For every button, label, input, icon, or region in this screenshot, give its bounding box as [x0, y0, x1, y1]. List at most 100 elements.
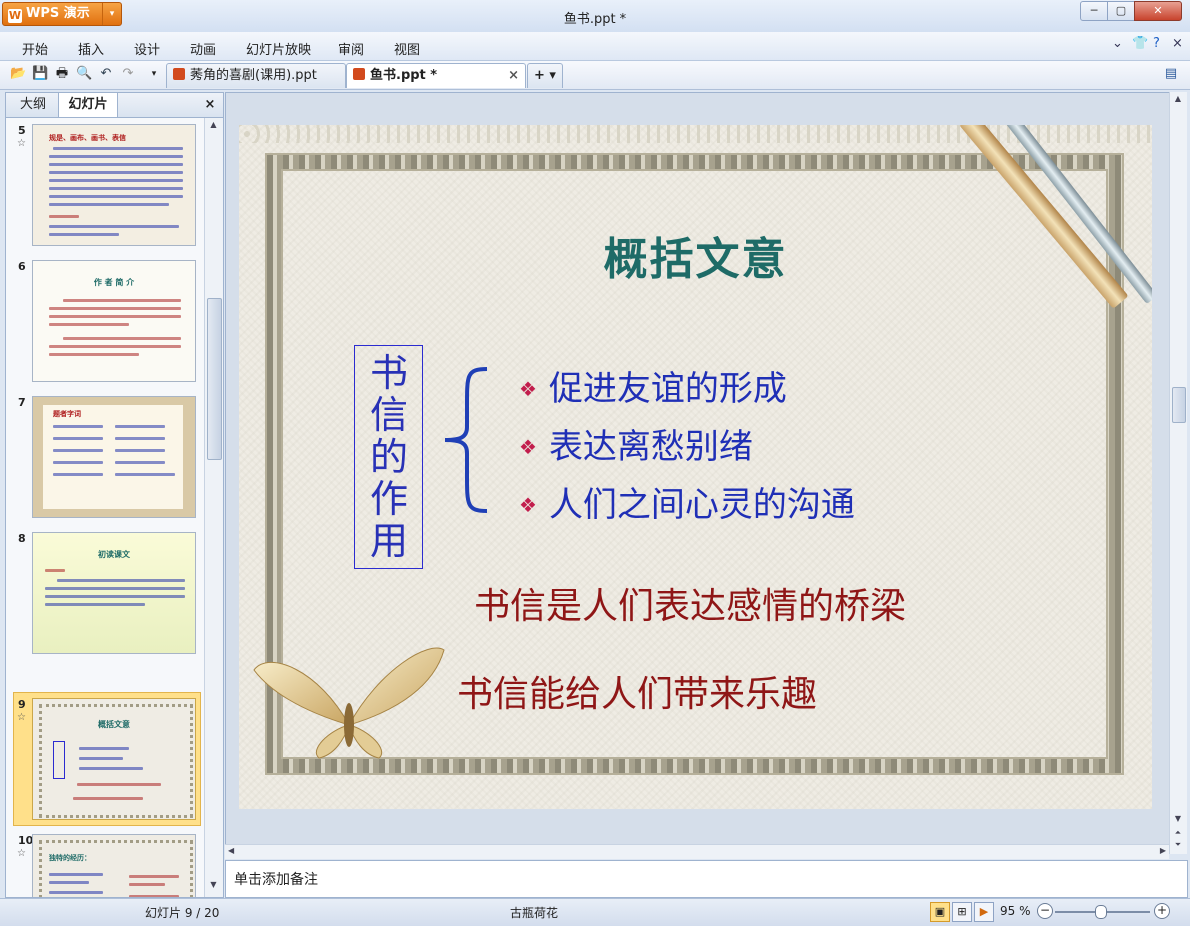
title-bar: W WPS 演示 ▾ 鱼书.ppt * ─ ▢ ✕ — [0, 0, 1190, 32]
quick-toolbar: 📂 💾 🖶 🔍 ↶ ↷ ▾ 莠角的喜剧(课用).ppt 鱼书.ppt * × +… — [0, 61, 1190, 90]
ppt-file-icon — [353, 68, 365, 80]
thumbnail-number: 5 — [18, 124, 26, 137]
skin-icon[interactable]: 👕 — [1132, 36, 1148, 51]
summary-line-1[interactable]: 书信是人们表达感情的桥梁 — [474, 577, 906, 629]
zoom-slider-handle[interactable] — [1095, 905, 1107, 919]
thumbnail-scrollbar[interactable]: ▲ ▼ — [204, 118, 223, 897]
scroll-right-icon: ▶ — [1159, 846, 1166, 855]
layout-icon[interactable]: ▤ — [1163, 66, 1179, 82]
tab-label: 莠角的喜剧(课用).ppt — [190, 68, 317, 83]
thumbnail-slide-8[interactable]: 初读课文 — [32, 532, 196, 654]
help-icon[interactable]: ? — [1153, 36, 1160, 51]
thumbnail-title: 独特的经历： — [49, 854, 91, 862]
customize-icon[interactable]: ▾ — [146, 66, 162, 82]
thumbnail-slide-7[interactable]: 题者字词 — [32, 396, 196, 518]
vertical-char: 书 — [369, 351, 408, 395]
thumbnail-slide-6[interactable]: 作 者 简 介 — [32, 260, 196, 382]
thumbnail-number: 9 — [18, 698, 26, 711]
save-icon[interactable]: 💾 — [32, 66, 48, 82]
thumbnail-title: 题者字词 — [53, 410, 81, 418]
menu-review[interactable]: 审阅 — [338, 39, 364, 58]
menu-insert[interactable]: 插入 — [78, 39, 104, 58]
slide-count: 幻灯片 9 / 20 — [145, 906, 220, 920]
scroll-thumb — [1172, 387, 1186, 423]
butterfly-decoration — [253, 647, 445, 759]
diamond-bullet-icon: ❖ — [519, 435, 537, 459]
bullet-item[interactable]: ❖ 人们之间心灵的沟通 — [519, 477, 855, 526]
thumbnail-title: 作 者 简 介 — [93, 278, 135, 287]
slides-panel: 大纲 幻灯片 × 5 ☆ 规是、画布、画书、表信 6 作 者 简 介 7 题者字… — [5, 92, 224, 898]
minimize-button[interactable]: ─ — [1080, 1, 1108, 21]
slide-sorter-icon[interactable]: ⊞ — [952, 902, 972, 922]
transition-star-icon: ☆ — [17, 848, 26, 859]
vertical-char: 信 — [369, 393, 408, 437]
menu-start[interactable]: 开始 — [22, 39, 48, 58]
thumbnail-slide-10[interactable]: 独特的经历： — [32, 834, 196, 897]
scroll-left-icon: ◀ — [228, 846, 235, 855]
vertical-char: 用 — [369, 519, 408, 563]
thumbnail-title: 初读课文 — [98, 550, 130, 559]
zoom-level: 95 % — [1000, 904, 1031, 918]
scroll-thumb — [207, 298, 222, 460]
tab-document-1[interactable]: 莠角的喜剧(课用).ppt — [166, 63, 346, 88]
thumbnail-list: 5 ☆ 规是、画布、画书、表信 6 作 者 简 介 7 题者字词 8 初读课文 … — [6, 118, 204, 897]
tab-slides[interactable]: 幻灯片 — [58, 93, 118, 117]
print-icon[interactable]: 🖶 — [54, 66, 70, 82]
undo-icon[interactable]: ↶ — [98, 66, 114, 82]
redo-icon[interactable]: ↷ — [120, 66, 136, 82]
brace-shape[interactable] — [439, 365, 499, 515]
thumbnail-slide-9[interactable]: 概括文意 — [32, 698, 196, 820]
summary-line-2[interactable]: 书信能给人们带来乐趣 — [457, 665, 817, 717]
scroll-up-icon: ▲ — [1174, 94, 1182, 103]
close-ribbon-icon[interactable]: × — [1172, 36, 1183, 51]
close-button[interactable]: ✕ — [1134, 1, 1182, 21]
menu-design[interactable]: 设计 — [134, 39, 160, 58]
menu-slideshow[interactable]: 幻灯片放映 — [246, 39, 311, 58]
zoom-in-icon[interactable]: + — [1154, 903, 1170, 919]
slide-scrollbar[interactable]: ▲ ▼ ⏶ ⏷ — [1169, 92, 1187, 854]
window-title: 鱼书.ppt * — [563, 12, 627, 27]
close-panel-icon[interactable]: × — [202, 93, 218, 116]
slide-canvas[interactable]: 概括文意 书 信 的 作 用 ❖ 促进友谊的形成 ❖ 表达离愁别绪 ❖ 人们之间心灵的… — [239, 125, 1152, 809]
next-slide-icon: ⏷ — [1174, 840, 1182, 849]
scroll-down-icon: ▼ — [1174, 814, 1182, 823]
bullet-item[interactable]: ❖ 表达离愁别绪 — [519, 419, 753, 468]
close-tab-icon[interactable]: × — [508, 64, 519, 88]
horizontal-scrollbar[interactable]: ◀ ▶ — [225, 844, 1169, 859]
notes-pane[interactable]: 单击添加备注 — [225, 860, 1188, 898]
scroll-down-icon: ▼ — [210, 880, 217, 889]
thumbnail-title: 概括文意 — [98, 720, 130, 729]
menu-view[interactable]: 视图 — [394, 39, 420, 58]
thumbnail-number: 6 — [18, 260, 26, 273]
zoom-out-icon[interactable]: − — [1037, 903, 1053, 919]
menu-animation[interactable]: 动画 — [190, 39, 216, 58]
prev-slide-icon: ⏶ — [1174, 828, 1182, 837]
maximize-button[interactable]: ▢ — [1107, 1, 1135, 21]
slideshow-icon[interactable]: ▶ — [974, 902, 994, 922]
diamond-bullet-icon: ❖ — [519, 493, 537, 517]
new-tab-button[interactable]: + ▾ — [527, 63, 563, 88]
slide-title[interactable]: 概括文意 — [239, 223, 1152, 287]
menu-bar: 开始 插入 设计 动画 幻灯片放映 审阅 视图 ⌄ 👕 ? × — [0, 32, 1190, 61]
status-bar: 幻灯片 9 / 20 古瓶荷花 ▣ ⊞ ▶ 95 % − + — [0, 898, 1190, 926]
thumbnail-slide-5[interactable]: 规是、画布、画书、表信 — [32, 124, 196, 246]
bullet-item[interactable]: ❖ 促进友谊的形成 — [519, 361, 787, 410]
chevron-down-icon[interactable]: ⌄ — [1112, 36, 1123, 51]
theme-name: 古瓶荷花 — [510, 906, 559, 920]
tab-document-2[interactable]: 鱼书.ppt * × — [346, 63, 526, 88]
transition-star-icon: ☆ — [17, 712, 26, 723]
transition-star-icon: ☆ — [17, 138, 26, 149]
panel-tabs: 大纲 幻灯片 × — [6, 93, 223, 118]
diamond-bullet-icon: ❖ — [519, 377, 537, 401]
print-preview-icon[interactable]: 🔍 — [76, 66, 92, 82]
tab-outline[interactable]: 大纲 — [10, 93, 56, 116]
notes-placeholder: 单击添加备注 — [234, 872, 318, 888]
ppt-file-icon — [173, 68, 185, 80]
normal-view-icon[interactable]: ▣ — [930, 902, 950, 922]
thumbnail-number: 7 — [18, 396, 26, 409]
thumbnail-title: 规是、画布、画书、表信 — [49, 134, 126, 142]
open-icon[interactable]: 📂 — [10, 66, 26, 82]
scroll-up-icon: ▲ — [210, 120, 217, 129]
vertical-char: 的 — [369, 435, 408, 479]
vertical-textbox[interactable]: 书 信 的 作 用 — [354, 345, 423, 569]
